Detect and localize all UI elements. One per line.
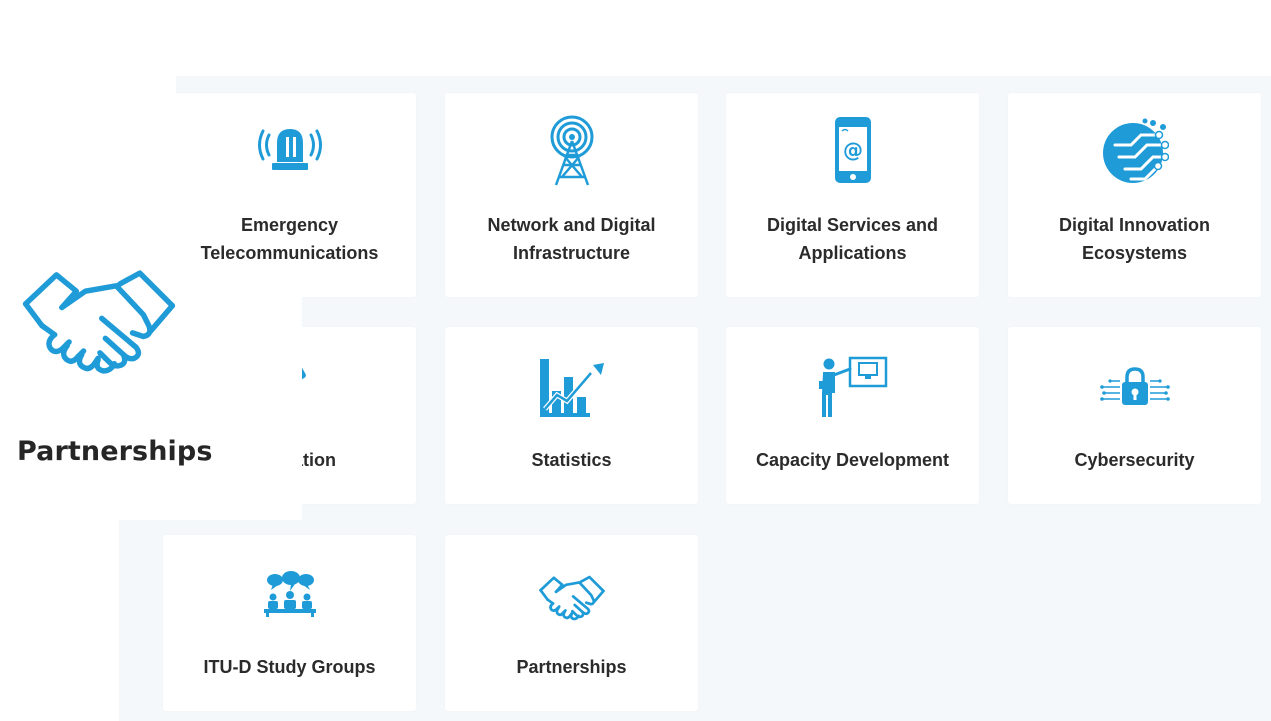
tile-itu-d-study-groups[interactable]: ITU-D Study Groups bbox=[163, 535, 416, 711]
tile-partnerships[interactable]: Partnerships bbox=[445, 535, 698, 711]
tile-label-line: Ecosystems bbox=[1081, 243, 1188, 263]
tile-label-line: Digital Services and bbox=[766, 215, 939, 235]
tile-label-line: Infrastructure bbox=[512, 243, 631, 263]
tile-capacity-development[interactable]: Capacity Development bbox=[726, 327, 979, 504]
tile-label-line: ITU-D Study Groups bbox=[203, 657, 376, 677]
radio-tower-icon bbox=[544, 115, 600, 192]
bar-chart-arrow-icon bbox=[537, 355, 607, 424]
smartphone-at-icon: @ bbox=[833, 115, 873, 190]
tile-label-line: Applications bbox=[798, 243, 907, 263]
partnerships-hover-card[interactable]: Partnerships bbox=[0, 76, 302, 520]
tile-statistics[interactable]: Statistics bbox=[445, 327, 698, 504]
handshake-icon bbox=[538, 571, 605, 630]
tile-label-line: Network and Digital bbox=[487, 215, 656, 235]
tile-label-line: Capacity Development bbox=[755, 450, 950, 470]
hover-card-top-panel bbox=[0, 76, 176, 296]
svg-text:@: @ bbox=[843, 138, 863, 162]
handshake-icon bbox=[22, 266, 176, 383]
tile-digital-innovation-ecosystems[interactable]: Digital Innovation Ecosystems bbox=[1008, 93, 1261, 297]
meeting-group-icon bbox=[263, 571, 317, 622]
tile-digital-services-applications[interactable]: @ Digital Services and Applications bbox=[726, 93, 979, 297]
tile-label-line: Partnerships bbox=[516, 657, 627, 677]
tile-label-line: Digital Innovation bbox=[1059, 215, 1210, 235]
tile-network-digital-infrastructure[interactable]: Network and Digital Infrastructure bbox=[445, 93, 698, 297]
tile-cybersecurity[interactable]: Cybersecurity bbox=[1008, 327, 1261, 504]
hover-card-label: Partnerships bbox=[17, 436, 213, 467]
circuit-padlock-icon bbox=[1099, 367, 1170, 416]
presenter-board-icon bbox=[818, 355, 888, 424]
tile-label-line: Cybersecurity bbox=[1074, 450, 1195, 470]
circuit-globe-icon bbox=[1101, 115, 1169, 190]
tile-label-line: Statistics bbox=[531, 450, 612, 470]
